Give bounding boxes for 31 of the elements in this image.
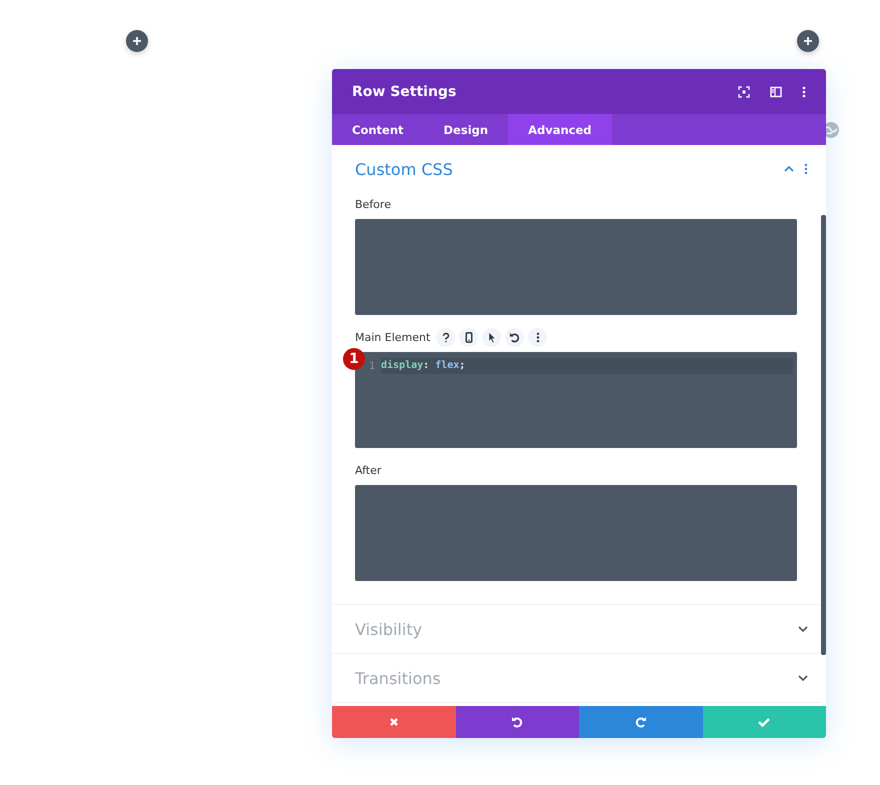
- chevron-icon[interactable]: [784, 166, 794, 172]
- scrollbar[interactable]: [821, 215, 826, 655]
- more-icon[interactable]: [802, 86, 806, 98]
- undo-icon: [511, 716, 524, 728]
- fullscreen-icon[interactable]: [738, 86, 750, 98]
- check-icon: [758, 717, 770, 727]
- field-label: Main Element: [355, 330, 430, 344]
- section-title[interactable]: Custom CSS: [355, 160, 453, 178]
- plus-icon: [803, 36, 813, 46]
- window-title: Row Settings: [352, 84, 456, 100]
- redo-icon: [634, 716, 647, 728]
- more-icon[interactable]: [528, 328, 548, 346]
- cursor-icon[interactable]: [482, 328, 502, 346]
- help-button[interactable]: [436, 328, 456, 346]
- plus-icon: [132, 36, 142, 46]
- question-icon: [442, 332, 450, 342]
- tab[interactable]: Content: [332, 114, 424, 145]
- line-number: 1: [368, 360, 376, 372]
- undo-icon[interactable]: [505, 328, 524, 346]
- phone-icon[interactable]: [459, 328, 478, 346]
- tab[interactable]: Advanced: [508, 114, 612, 145]
- field-label: Before: [355, 198, 391, 210]
- close-icon: [388, 717, 399, 727]
- add-button[interactable]: [126, 30, 148, 52]
- sidebar-icon[interactable]: [770, 86, 782, 98]
- tab[interactable]: Design: [424, 114, 508, 145]
- chevron-icon[interactable]: [798, 626, 808, 632]
- step-badge: 1: [343, 348, 365, 370]
- chevron-icon[interactable]: [798, 675, 808, 681]
- field-label: After: [355, 464, 382, 476]
- add-button[interactable]: [797, 30, 819, 52]
